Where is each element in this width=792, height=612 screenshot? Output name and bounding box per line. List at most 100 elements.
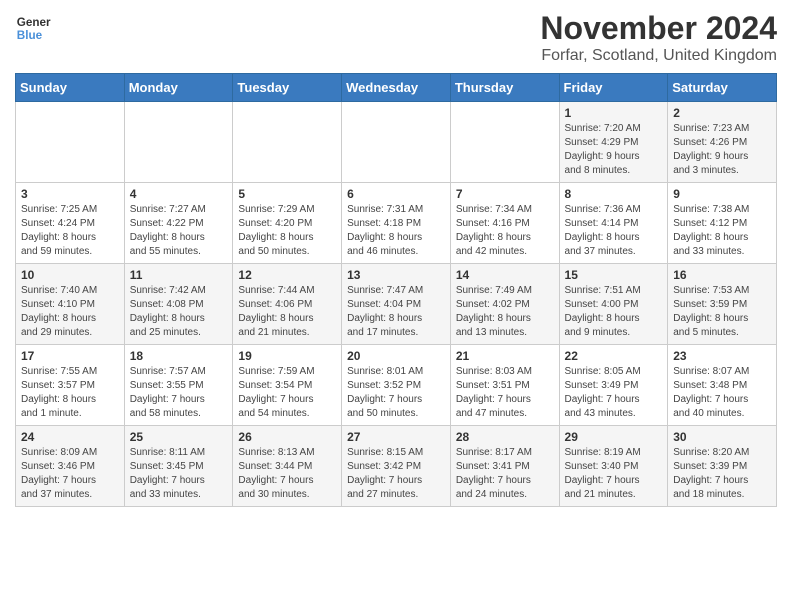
day-info: Sunrise: 7:36 AM Sunset: 4:14 PM Dayligh… <box>565 203 663 259</box>
day-info: Sunrise: 7:59 AM Sunset: 3:54 PM Dayligh… <box>238 365 336 421</box>
logo: General Blue <box>15 10 51 46</box>
day-info: Sunrise: 8:07 AM Sunset: 3:48 PM Dayligh… <box>673 365 771 421</box>
day-info: Sunrise: 8:01 AM Sunset: 3:52 PM Dayligh… <box>347 365 445 421</box>
day-info: Sunrise: 8:13 AM Sunset: 3:44 PM Dayligh… <box>238 446 336 502</box>
day-info: Sunrise: 7:38 AM Sunset: 4:12 PM Dayligh… <box>673 203 771 259</box>
day-number: 18 <box>130 349 228 363</box>
day-info: Sunrise: 7:27 AM Sunset: 4:22 PM Dayligh… <box>130 203 228 259</box>
calendar-cell <box>233 102 342 183</box>
calendar-week-1: 1Sunrise: 7:20 AM Sunset: 4:29 PM Daylig… <box>16 102 777 183</box>
col-tuesday: Tuesday <box>233 74 342 102</box>
calendar-cell: 28 Sunrise: 8:17 AM Sunset: 3:41 PM Dayli… <box>450 426 559 507</box>
day-info: Sunrise: 7:42 AM Sunset: 4:08 PM Dayligh… <box>130 284 228 340</box>
day-info: Sunrise: 7:29 AM Sunset: 4:20 PM Dayligh… <box>238 203 336 259</box>
calendar-cell: 6 Sunrise: 7:31 AM Sunset: 4:18 PM Daylig… <box>342 183 451 264</box>
calendar-week-4: 17 Sunrise: 7:55 AM Sunset: 3:57 PM Dayli… <box>16 345 777 426</box>
day-info: Sunrise: 8:11 AM Sunset: 3:45 PM Dayligh… <box>130 446 228 502</box>
day-info: Sunrise: 7:34 AM Sunset: 4:16 PM Dayligh… <box>456 203 554 259</box>
col-wednesday: Wednesday <box>342 74 451 102</box>
calendar-cell: 4 Sunrise: 7:27 AM Sunset: 4:22 PM Daylig… <box>124 183 233 264</box>
col-monday: Monday <box>124 74 233 102</box>
day-number: 28 <box>456 430 554 444</box>
calendar-cell: 13 Sunrise: 7:47 AM Sunset: 4:04 PM Dayli… <box>342 264 451 345</box>
col-sunday: Sunday <box>16 74 125 102</box>
day-number: 6 <box>347 187 445 201</box>
calendar-cell: 14Sunrise: 7:49 AM Sunset: 4:02 PM Dayli… <box>450 264 559 345</box>
logo-icon: General Blue <box>15 10 51 46</box>
day-info: Sunrise: 8:15 AM Sunset: 3:42 PM Dayligh… <box>347 446 445 502</box>
svg-text:Blue: Blue <box>17 29 43 42</box>
day-info: Sunrise: 8:20 AM Sunset: 3:39 PM Dayligh… <box>673 446 771 502</box>
calendar-week-3: 10Sunrise: 7:40 AM Sunset: 4:10 PM Dayli… <box>16 264 777 345</box>
day-number: 7 <box>456 187 554 201</box>
day-number: 5 <box>238 187 336 201</box>
day-number: 12 <box>238 268 336 282</box>
day-info: Sunrise: 7:49 AM Sunset: 4:02 PM Dayligh… <box>456 284 554 340</box>
day-info: Sunrise: 7:20 AM Sunset: 4:29 PM Dayligh… <box>565 122 663 178</box>
day-number: 22 <box>565 349 663 363</box>
col-saturday: Saturday <box>668 74 777 102</box>
calendar-header-row: Sunday Monday Tuesday Wednesday Thursday… <box>16 74 777 102</box>
calendar-cell <box>16 102 125 183</box>
calendar-cell: 23 Sunrise: 8:07 AM Sunset: 3:48 PM Dayli… <box>668 345 777 426</box>
day-info: Sunrise: 8:09 AM Sunset: 3:46 PM Dayligh… <box>21 446 119 502</box>
calendar-cell: 30 Sunrise: 8:20 AM Sunset: 3:39 PM Dayli… <box>668 426 777 507</box>
calendar-cell: 5 Sunrise: 7:29 AM Sunset: 4:20 PM Daylig… <box>233 183 342 264</box>
day-number: 13 <box>347 268 445 282</box>
month-title: November 2024 <box>540 10 777 47</box>
calendar-cell: 19 Sunrise: 7:59 AM Sunset: 3:54 PM Dayli… <box>233 345 342 426</box>
day-info: Sunrise: 8:05 AM Sunset: 3:49 PM Dayligh… <box>565 365 663 421</box>
day-info: Sunrise: 7:44 AM Sunset: 4:06 PM Dayligh… <box>238 284 336 340</box>
day-number: 3 <box>21 187 119 201</box>
day-info: Sunrise: 8:19 AM Sunset: 3:40 PM Dayligh… <box>565 446 663 502</box>
calendar-cell: 18 Sunrise: 7:57 AM Sunset: 3:55 PM Dayli… <box>124 345 233 426</box>
day-info: Sunrise: 8:17 AM Sunset: 3:41 PM Dayligh… <box>456 446 554 502</box>
calendar-cell: 8 Sunrise: 7:36 AM Sunset: 4:14 PM Daylig… <box>559 183 668 264</box>
day-info: Sunrise: 7:40 AM Sunset: 4:10 PM Dayligh… <box>21 284 119 340</box>
day-info: Sunrise: 8:03 AM Sunset: 3:51 PM Dayligh… <box>456 365 554 421</box>
day-info: Sunrise: 7:57 AM Sunset: 3:55 PM Dayligh… <box>130 365 228 421</box>
calendar-cell <box>342 102 451 183</box>
day-number: 20 <box>347 349 445 363</box>
day-number: 21 <box>456 349 554 363</box>
calendar-table: Sunday Monday Tuesday Wednesday Thursday… <box>15 73 777 507</box>
calendar-cell: 12 Sunrise: 7:44 AM Sunset: 4:06 PM Dayli… <box>233 264 342 345</box>
day-number: 29 <box>565 430 663 444</box>
day-info: Sunrise: 7:31 AM Sunset: 4:18 PM Dayligh… <box>347 203 445 259</box>
location-subtitle: Forfar, Scotland, United Kingdom <box>540 47 777 65</box>
day-info: Sunrise: 7:25 AM Sunset: 4:24 PM Dayligh… <box>21 203 119 259</box>
day-number: 11 <box>130 268 228 282</box>
day-number: 17 <box>21 349 119 363</box>
day-number: 8 <box>565 187 663 201</box>
day-number: 27 <box>347 430 445 444</box>
calendar-cell: 27 Sunrise: 8:15 AM Sunset: 3:42 PM Dayli… <box>342 426 451 507</box>
day-number: 23 <box>673 349 771 363</box>
day-number: 24 <box>21 430 119 444</box>
calendar-cell <box>450 102 559 183</box>
day-number: 26 <box>238 430 336 444</box>
day-number: 4 <box>130 187 228 201</box>
day-info: Sunrise: 7:23 AM Sunset: 4:26 PM Dayligh… <box>673 122 771 178</box>
calendar-cell: 16Sunrise: 7:53 AM Sunset: 3:59 PM Dayli… <box>668 264 777 345</box>
calendar-cell: 10Sunrise: 7:40 AM Sunset: 4:10 PM Dayli… <box>16 264 125 345</box>
svg-text:General: General <box>17 16 51 29</box>
calendar-cell: 22 Sunrise: 8:05 AM Sunset: 3:49 PM Dayli… <box>559 345 668 426</box>
calendar-cell: 11 Sunrise: 7:42 AM Sunset: 4:08 PM Dayli… <box>124 264 233 345</box>
calendar-cell: 21 Sunrise: 8:03 AM Sunset: 3:51 PM Dayli… <box>450 345 559 426</box>
day-number: 30 <box>673 430 771 444</box>
col-friday: Friday <box>559 74 668 102</box>
day-number: 9 <box>673 187 771 201</box>
title-area: November 2024 Forfar, Scotland, United K… <box>540 10 777 65</box>
calendar-week-5: 24 Sunrise: 8:09 AM Sunset: 3:46 PM Dayli… <box>16 426 777 507</box>
calendar-cell: 25 Sunrise: 8:11 AM Sunset: 3:45 PM Dayli… <box>124 426 233 507</box>
day-info: Sunrise: 7:55 AM Sunset: 3:57 PM Dayligh… <box>21 365 119 421</box>
calendar-cell: 20 Sunrise: 8:01 AM Sunset: 3:52 PM Dayli… <box>342 345 451 426</box>
day-number: 19 <box>238 349 336 363</box>
calendar-cell: 7 Sunrise: 7:34 AM Sunset: 4:16 PM Daylig… <box>450 183 559 264</box>
day-info: Sunrise: 7:47 AM Sunset: 4:04 PM Dayligh… <box>347 284 445 340</box>
calendar-cell: 26 Sunrise: 8:13 AM Sunset: 3:44 PM Dayli… <box>233 426 342 507</box>
calendar-cell: 9 Sunrise: 7:38 AM Sunset: 4:12 PM Daylig… <box>668 183 777 264</box>
day-number: 25 <box>130 430 228 444</box>
calendar-cell: 15Sunrise: 7:51 AM Sunset: 4:00 PM Dayli… <box>559 264 668 345</box>
calendar-week-2: 3 Sunrise: 7:25 AM Sunset: 4:24 PM Daylig… <box>16 183 777 264</box>
